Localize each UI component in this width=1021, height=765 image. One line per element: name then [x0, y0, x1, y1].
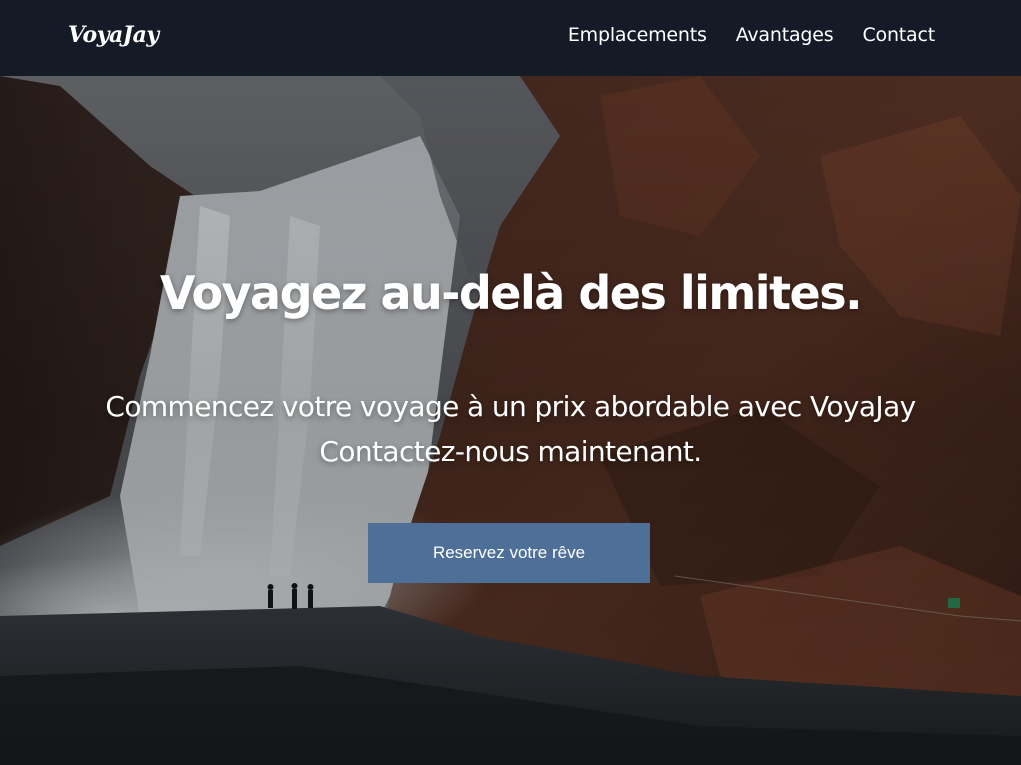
reserve-button[interactable]: Reservez votre rêve [368, 523, 650, 583]
navbar: VoyaJay Emplacements Avantages Contact [0, 0, 1021, 76]
logo[interactable]: VoyaJay [68, 22, 159, 48]
hero-subtitle-line-2: Contactez-nous maintenant. [319, 435, 702, 468]
page: VoyaJay Emplacements Avantages Contact V… [0, 0, 1021, 765]
nav-link-avantages[interactable]: Avantages [736, 24, 834, 46]
nav-link-emplacements[interactable]: Emplacements [568, 24, 707, 46]
hero-content: Voyagez au-delà des limites. Commencez v… [0, 76, 1021, 765]
nav-link-contact[interactable]: Contact [862, 24, 935, 46]
hero-subtitle-line-1: Commencez votre voyage à un prix abordab… [105, 390, 916, 423]
hero-subtitle: Commencez votre voyage à un prix abordab… [30, 384, 991, 474]
hero-title: Voyagez au-delà des limites. [159, 266, 863, 320]
nav-links: Emplacements Avantages Contact [568, 24, 935, 46]
hero-section: Voyagez au-delà des limites. Commencez v… [0, 76, 1021, 765]
